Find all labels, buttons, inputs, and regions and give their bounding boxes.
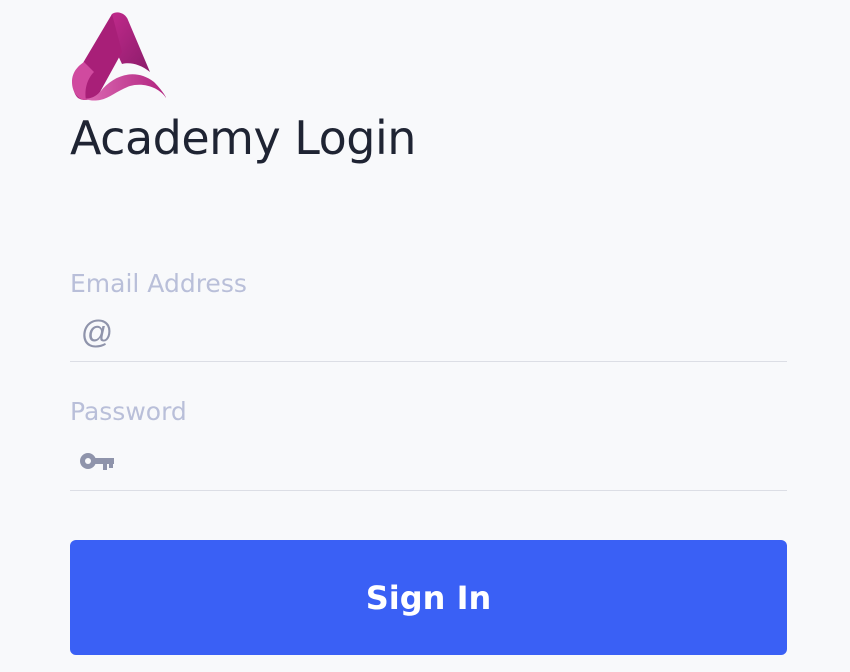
login-page: Academy Login Email Address @ Password S… [0, 0, 850, 672]
email-field[interactable] [120, 312, 787, 352]
page-title: Academy Login [70, 111, 416, 165]
password-label: Password [70, 397, 187, 426]
email-field-row: @ [70, 303, 787, 362]
sign-in-button[interactable]: Sign In [70, 540, 787, 655]
email-label: Email Address [70, 269, 247, 298]
at-sign-icon: @ [80, 314, 114, 350]
password-field-row [70, 432, 787, 491]
academy-logo-icon [72, 12, 166, 101]
key-icon [74, 441, 120, 481]
password-field[interactable] [120, 441, 787, 481]
